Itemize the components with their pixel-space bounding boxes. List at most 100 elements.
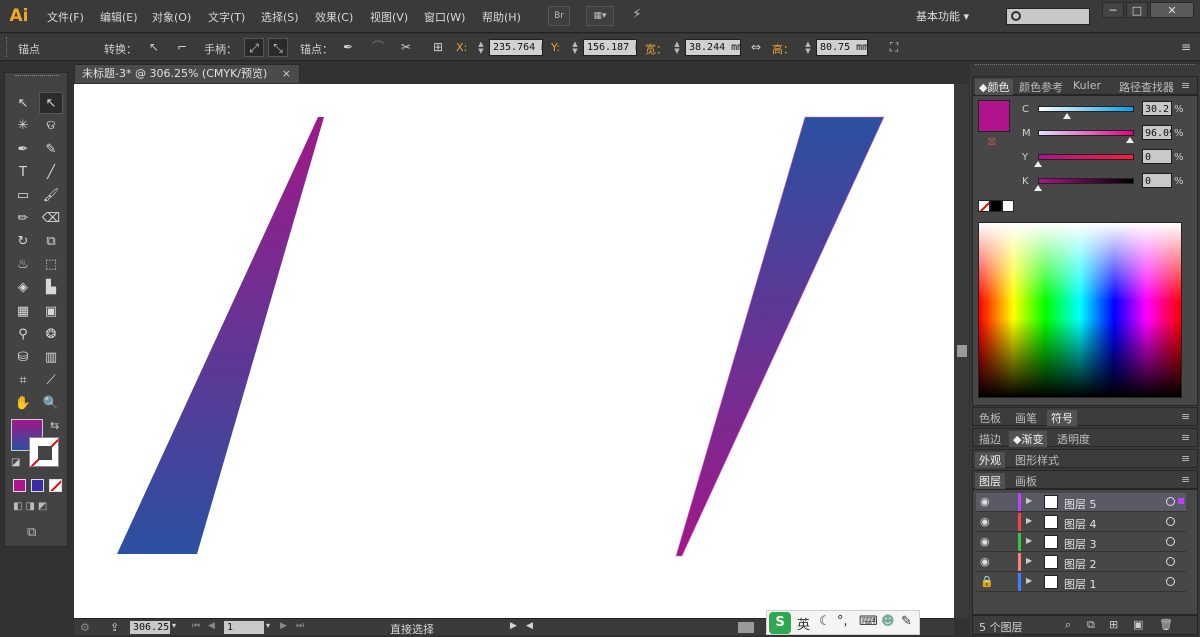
blend-tool-icon[interactable]: ❂ (39, 324, 63, 346)
vertical-scroll-thumb[interactable] (957, 345, 967, 357)
expand-arrow-icon[interactable]: ▶ (1026, 496, 1032, 505)
line-tool-icon[interactable]: ╱ (39, 162, 63, 184)
share-icon[interactable]: ⇪ (110, 621, 119, 634)
transform-icon[interactable]: ⛶ (884, 38, 904, 57)
symbol-sprayer-tool-icon[interactable]: ⛁ (11, 347, 35, 369)
eye-icon[interactable]: ◉ (980, 535, 990, 548)
y-slider-thumb[interactable] (1034, 161, 1042, 167)
ime-language[interactable]: 英 (797, 614, 810, 633)
new-sublayer-icon[interactable]: ⊞ (1109, 618, 1118, 631)
scale-tool-icon[interactable]: ⧉ (39, 231, 63, 253)
expand-arrow-icon[interactable]: ▶ (1026, 556, 1032, 565)
connect-anchor-icon[interactable]: ⌒ (368, 38, 388, 57)
c-slider-thumb[interactable] (1062, 113, 1071, 119)
show-handles-icon[interactable]: ⤢ (244, 38, 264, 57)
y-stepper-icon[interactable]: ▲ ▼ (570, 41, 580, 55)
eye-icon[interactable]: ◉ (980, 495, 990, 508)
grip-handle[interactable] (6, 37, 10, 57)
layer-row[interactable]: 🔒 ▶ 图层 1 (976, 573, 1186, 592)
new-layer-icon[interactable]: ▣ (1133, 618, 1143, 631)
tab-kuler[interactable]: Kuler (1073, 79, 1101, 92)
hand-tool-icon[interactable]: ✋ (11, 393, 35, 415)
tab-transparency[interactable]: 透明度 (1057, 431, 1090, 447)
tab-pathfinder[interactable]: 路径查找器 (1119, 79, 1174, 95)
cut-path-icon[interactable]: ✂ (396, 38, 416, 57)
y-field[interactable]: 156.187 m (583, 39, 637, 56)
tab-color-guide[interactable]: 颜色参考 (1019, 79, 1063, 95)
left-gradient-shape[interactable] (117, 117, 324, 554)
stroke-swatch[interactable] (29, 437, 59, 467)
delete-layer-icon[interactable]: 🗑 (1159, 618, 1173, 631)
eye-icon[interactable]: ◉ (980, 515, 990, 528)
direct-selection-tool-icon[interactable]: ↖ (39, 92, 63, 114)
search-input[interactable] (1006, 8, 1090, 25)
curvature-tool-icon[interactable]: ✎ (39, 139, 63, 161)
tab-stroke[interactable]: 描边 (979, 431, 1001, 447)
tab-appearance[interactable]: 外观 (975, 452, 1005, 468)
k-slider[interactable] (1038, 178, 1134, 184)
target-circle-icon[interactable] (1166, 557, 1175, 566)
hide-handles-icon[interactable]: ⤡ (268, 38, 288, 57)
x-field[interactable]: 235.764 m (489, 39, 543, 56)
m-slider-thumb[interactable] (1126, 137, 1135, 143)
status-expand-icon[interactable]: ▶ (510, 621, 517, 631)
eyedropper-tool-icon[interactable]: ⚲ (11, 324, 35, 346)
canvas[interactable] (74, 84, 954, 618)
prev-artboard-icon[interactable]: ◀ (208, 621, 215, 631)
graph-tool-icon[interactable]: ▥ (39, 347, 63, 369)
white-swatch[interactable] (1002, 200, 1014, 212)
mesh-tool-icon[interactable]: ▦ (11, 301, 35, 323)
k-value-field[interactable]: 0 (1142, 173, 1172, 188)
target-circle-icon[interactable] (1166, 497, 1175, 506)
panel-menu-icon[interactable]: ≡ (1176, 38, 1196, 57)
layer-row[interactable]: ◉ ▶ 图层 4 (976, 513, 1186, 532)
eye-icon[interactable]: ◉ (980, 555, 990, 568)
locate-object-icon[interactable]: ⌕ (1065, 618, 1071, 632)
layer-name[interactable]: 图层 1 (1064, 576, 1097, 592)
menu-effect[interactable]: 效果(C) (315, 9, 353, 25)
layer-name[interactable]: 图层 4 (1064, 516, 1097, 532)
layer-row[interactable]: ◉ ▶ 图层 3 (976, 533, 1186, 552)
y-slider[interactable] (1038, 154, 1134, 160)
menu-select[interactable]: 选择(S) (261, 9, 299, 25)
tab-graphic-styles[interactable]: 图形样式 (1015, 452, 1059, 468)
constrain-proportions-icon[interactable]: ⇔ (746, 38, 766, 57)
dock-grip[interactable] (975, 64, 1195, 72)
layers-panel-menu-icon[interactable]: ≡ (1181, 473, 1190, 486)
convert-corner-icon[interactable]: ↖ (144, 38, 164, 57)
default-fill-stroke-icon[interactable]: ◪ (11, 457, 20, 468)
pen-tool-icon[interactable]: ✒ (11, 139, 35, 161)
sogou-icon[interactable]: S (769, 612, 791, 634)
next-artboard-icon[interactable]: ▶ (280, 621, 287, 631)
gamut-warning-icon[interactable]: ⛝ (988, 137, 996, 148)
menu-object[interactable]: 对象(O) (152, 9, 191, 25)
convert-smooth-icon[interactable]: ⌐ (172, 38, 192, 57)
none-mode-icon[interactable] (49, 479, 62, 492)
y-value-field[interactable]: 0 (1142, 149, 1172, 164)
width-field[interactable]: 38.244 mm (685, 39, 741, 56)
expand-arrow-icon[interactable]: ▶ (1026, 576, 1032, 585)
c-value-field[interactable]: 30.2 (1142, 101, 1172, 116)
tab-swatches[interactable]: 色板 (979, 410, 1001, 426)
menu-help[interactable]: 帮助(H) (482, 9, 521, 25)
remove-anchor-icon[interactable]: ✒ (338, 38, 358, 57)
first-artboard-icon[interactable]: ⏮ (192, 621, 200, 631)
paintbrush-tool-icon[interactable]: 🖌 (39, 185, 63, 207)
tab-brushes[interactable]: 画笔 (1015, 410, 1037, 426)
maximize-button[interactable]: □ (1126, 2, 1148, 18)
menu-file[interactable]: 文件(F) (47, 9, 84, 25)
layer-row[interactable]: ◉ ▶ 图层 2 (976, 553, 1186, 572)
screen-mode-icon[interactable]: ⧉ (27, 525, 36, 540)
layer-name[interactable]: 图层 2 (1064, 556, 1097, 572)
type-tool-icon[interactable]: T (11, 162, 35, 184)
clipping-mask-icon[interactable]: ⧉ (1087, 618, 1095, 632)
warp-tool-icon[interactable]: ♨ (11, 254, 35, 276)
menu-window[interactable]: 窗口(W) (424, 9, 465, 25)
rectangle-tool-icon[interactable]: ▭ (11, 185, 35, 207)
punctuation-icon[interactable]: °, (837, 614, 848, 629)
arrange-documents-icon[interactable]: ▦▾ (586, 6, 614, 26)
appearance-panel-menu-icon[interactable]: ≡ (1181, 452, 1190, 465)
m-value-field[interactable]: 96.09 (1142, 125, 1172, 140)
selection-tool-icon[interactable]: ↖ (11, 93, 35, 115)
height-field[interactable]: 80.75 mm (816, 39, 868, 56)
